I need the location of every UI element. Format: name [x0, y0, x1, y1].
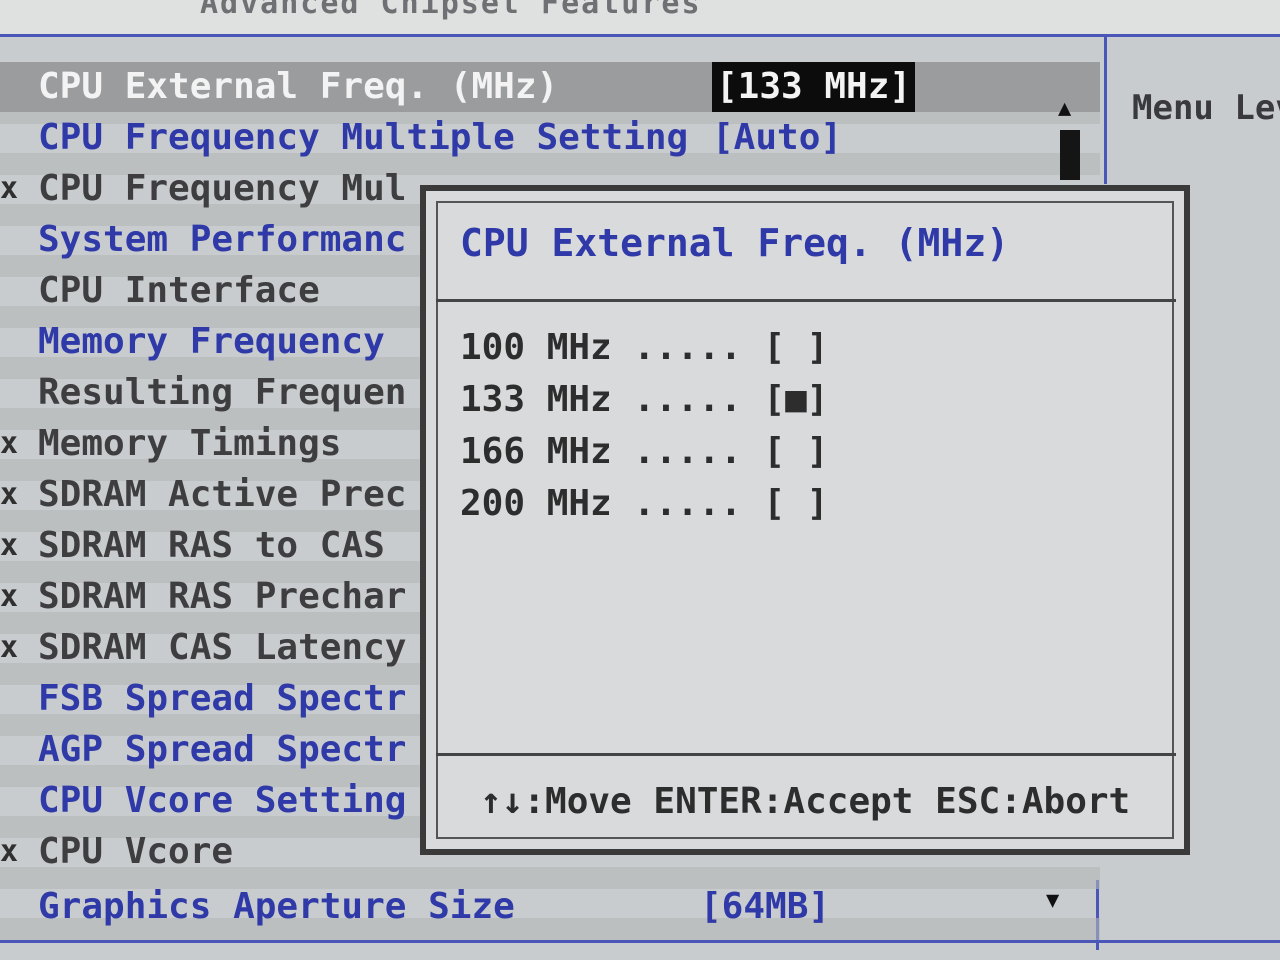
scrollbar-thumb[interactable] [1060, 130, 1080, 180]
setting-label: CPU Vcore Setting [38, 780, 407, 821]
bottom-divider [0, 940, 1280, 943]
setting-label: CPU Frequency Multiple Setting [38, 117, 689, 158]
page-title: Advanced Chipset Features [200, 0, 702, 21]
setting-label: Memory Frequency [38, 321, 385, 362]
item-help-heading: Menu Lev [1132, 88, 1280, 128]
setting-label: SDRAM RAS Prechar [38, 576, 407, 617]
popup-option-200[interactable]: 200 MHz ..... [ ] [460, 483, 828, 524]
popup-key-hints: ↑↓:Move ENTER:Accept ESC:Abort [480, 781, 1131, 822]
setting-label: CPU Vcore [38, 831, 234, 872]
popup-option-166[interactable]: 166 MHz ..... [ ] [460, 431, 828, 472]
setting-row[interactable]: CPU Frequency Multiple Setting [Auto] [0, 113, 1100, 163]
setting-label: Resulting Frequen [38, 372, 407, 413]
setting-row[interactable]: Graphics Aperture Size [64MB] [0, 882, 1100, 932]
disabled-marker: x [0, 528, 19, 563]
setting-label: SDRAM Active Prec [38, 474, 407, 515]
setting-label: Memory Timings [38, 423, 342, 464]
setting-label: SDRAM RAS to CAS [38, 525, 385, 566]
popup-option-133[interactable]: 133 MHz ..... [■] [460, 379, 828, 420]
disabled-marker: x [0, 171, 19, 206]
scroll-up-icon[interactable]: ▲ [1058, 96, 1071, 121]
setting-label: System Performanc [38, 219, 407, 260]
popup-title: CPU External Freq. (MHz) [460, 221, 1010, 265]
side-divider-top [1104, 34, 1107, 184]
disabled-marker: x [0, 834, 19, 869]
option-popup: CPU External Freq. (MHz) 100 MHz ..... [… [420, 185, 1190, 855]
setting-label: AGP Spread Spectr [38, 729, 407, 770]
disabled-marker: x [0, 426, 19, 461]
title-bar: Advanced Chipset Features [0, 0, 1280, 34]
setting-label: SDRAM CAS Latency [38, 627, 407, 668]
setting-value[interactable]: [133 MHz] [712, 62, 916, 112]
disabled-marker: x [0, 477, 19, 512]
setting-row[interactable]: CPU External Freq. (MHz) [133 MHz] [0, 62, 1100, 112]
popup-option-100[interactable]: 100 MHz ..... [ ] [460, 327, 828, 368]
setting-label: CPU Frequency Mul [38, 168, 407, 209]
scroll-down-icon[interactable]: ▼ [1046, 888, 1059, 913]
setting-value[interactable]: [64MB] [700, 882, 830, 932]
setting-value[interactable]: [Auto] [712, 113, 842, 163]
disabled-marker: x [0, 630, 19, 665]
setting-label: CPU External Freq. (MHz) [38, 66, 559, 107]
popup-footer-divider [436, 753, 1176, 756]
setting-label: FSB Spread Spectr [38, 678, 407, 719]
header-divider [0, 34, 1280, 37]
popup-title-divider [436, 299, 1176, 302]
disabled-marker: x [0, 579, 19, 614]
setting-label: CPU Interface [38, 270, 320, 311]
setting-label: Graphics Aperture Size [38, 886, 515, 927]
